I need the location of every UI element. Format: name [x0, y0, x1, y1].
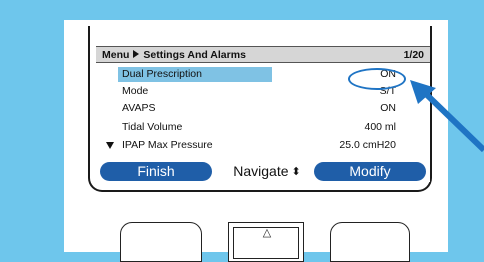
hardware-right-button[interactable] [330, 222, 410, 262]
setting-label: AVAPS [122, 102, 156, 114]
menu-header: Menu Settings And Alarms 1/20 [96, 46, 430, 63]
setting-value: ON [380, 102, 396, 114]
device-screen: Menu Settings And Alarms 1/20 Dual Prescr… [96, 46, 430, 182]
right-triangle-icon [133, 50, 140, 58]
setting-row-tidal-volume[interactable]: Tidal Volume 400 ml [96, 120, 430, 135]
setting-label: Dual Prescription [122, 68, 202, 80]
breadcrumb: Menu Settings And Alarms [102, 49, 246, 61]
section-title: Settings And Alarms [143, 49, 246, 61]
setting-row-ipap-max-pressure[interactable]: IPAP Max Pressure 25.0 cmH20 [96, 138, 430, 153]
softkey-bar: Finish Navigate ⬍ Modify [100, 162, 426, 181]
setting-label: Mode [122, 85, 149, 97]
callout-ellipse [348, 68, 406, 90]
finish-button[interactable]: Finish [100, 162, 212, 181]
setting-label: IPAP Max Pressure [122, 139, 213, 151]
navigate-label: Navigate ⬍ [222, 162, 312, 181]
up-triangle-icon: △ [262, 227, 272, 239]
setting-value: 25.0 cmH20 [339, 139, 396, 151]
setting-value: 400 ml [364, 121, 396, 133]
navigate-text: Navigate [233, 163, 289, 179]
modify-button[interactable]: Modify [314, 162, 426, 181]
page-indicator: 1/20 [403, 49, 424, 61]
hardware-left-button[interactable] [120, 222, 202, 262]
menu-label: Menu [102, 49, 130, 61]
hardware-up-button[interactable]: △ [228, 222, 304, 262]
up-down-arrow-icon: ⬍ [291, 166, 301, 178]
setting-label: Tidal Volume [122, 121, 183, 133]
down-triangle-icon [106, 142, 114, 149]
setting-row-avaps[interactable]: AVAPS ON [96, 101, 430, 116]
